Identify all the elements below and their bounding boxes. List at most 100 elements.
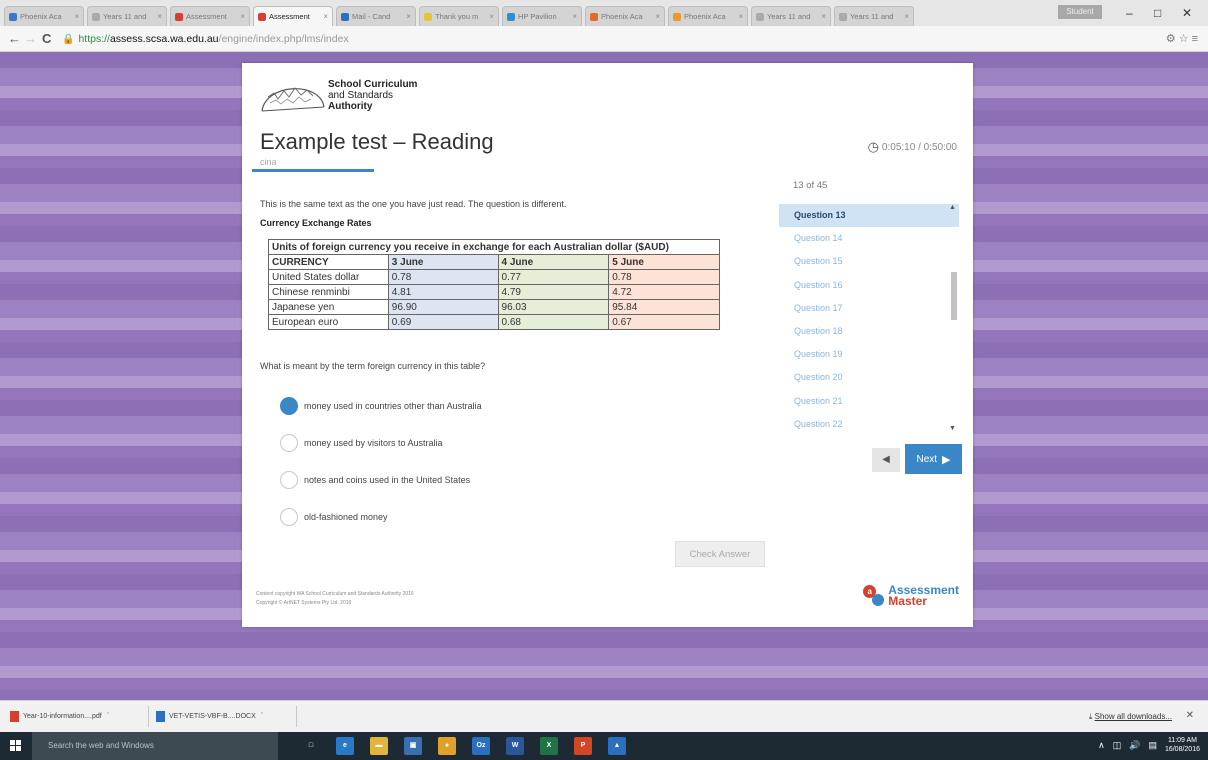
browser-tab[interactable]: Phoenix Aca × <box>668 6 748 26</box>
close-tab-icon[interactable]: × <box>74 12 79 21</box>
scroll-down-icon[interactable]: ▼ <box>949 425 956 432</box>
previous-button[interactable]: ◀ <box>872 448 900 472</box>
browser-tab[interactable]: Assessment × <box>253 6 333 26</box>
close-tab-icon[interactable]: × <box>240 12 245 21</box>
minimize-icon[interactable]: – <box>1126 6 1133 20</box>
answer-option-3[interactable]: notes and coins used in the United State… <box>280 471 470 489</box>
close-tab-icon[interactable]: × <box>904 12 909 21</box>
notification-icon[interactable]: ▤ <box>1148 740 1157 751</box>
question-list-item[interactable]: Question 21 <box>779 390 959 413</box>
bookmark-star-icon[interactable]: ☆ <box>1179 33 1189 45</box>
chevron-left-icon: ◀ <box>882 454 890 465</box>
extension-icon[interactable]: ⚙ <box>1166 33 1176 45</box>
menu-icon[interactable]: ≡ <box>1192 33 1198 45</box>
browser-tab[interactable]: HP Pavilion × <box>502 6 582 26</box>
table-cell: United States dollar <box>268 269 389 285</box>
question-list-item[interactable]: Question 16 <box>779 274 959 297</box>
browser-tab[interactable]: Phoenix Aca × <box>585 6 665 26</box>
radio-button[interactable] <box>280 397 298 415</box>
table-row: European euro 0.69 0.68 0.67 <box>268 314 720 330</box>
maximize-icon[interactable]: □ <box>1154 6 1161 20</box>
close-tab-icon[interactable]: × <box>655 12 660 21</box>
excel-icon[interactable]: X <box>540 737 558 755</box>
chevron-up-icon[interactable]: ˆ <box>261 713 263 720</box>
close-window-icon[interactable]: ✕ <box>1182 6 1192 20</box>
close-tab-icon[interactable]: × <box>406 12 411 21</box>
answer-option-4[interactable]: old-fashioned money <box>280 508 388 526</box>
download-item-2[interactable]: VET-VETIS-VBF-B....DOCX ˆ <box>156 708 263 725</box>
browser-tab[interactable]: Years 11 and × <box>87 6 167 26</box>
chrome-icon[interactable]: ● <box>438 737 456 755</box>
network-icon[interactable]: ◫ <box>1113 740 1122 751</box>
word-icon[interactable]: W <box>506 737 524 755</box>
volume-icon[interactable]: 🔊 <box>1129 740 1140 751</box>
close-tab-icon[interactable]: × <box>572 12 577 21</box>
close-icon[interactable]: ✕ <box>1186 710 1194 721</box>
check-answer-button[interactable]: Check Answer <box>675 541 765 567</box>
org-name-line1: School Curriculum <box>328 79 418 90</box>
organisation-name: School Curriculum and Standards Authorit… <box>328 79 417 112</box>
close-tab-icon[interactable]: × <box>323 12 328 21</box>
address-bar: ← → C 🔒 https://assess.scsa.wa.edu.au/en… <box>0 26 1208 52</box>
scroll-up-icon[interactable]: ▲ <box>949 204 956 211</box>
answer-option-2[interactable]: money used by visitors to Australia <box>280 434 443 452</box>
close-tab-icon[interactable]: × <box>821 12 826 21</box>
photos-icon[interactable]: ▲ <box>608 737 626 755</box>
close-tab-icon[interactable]: × <box>157 12 162 21</box>
page-subtitle: cina <box>260 157 277 167</box>
forward-icon[interactable]: → <box>24 31 37 46</box>
favicon-icon <box>590 12 598 21</box>
taskbar-clock[interactable]: 11:09 AM 16/08/2016 <box>1165 736 1200 754</box>
table-cell: Chinese renminbi <box>268 284 389 300</box>
docx-file-icon <box>156 711 165 722</box>
next-button[interactable]: Next ▶ <box>905 444 962 474</box>
question-list-scrollbar[interactable]: ▲ ▼ <box>948 204 959 432</box>
copyright-notice: Content copyright WA School Curriculum a… <box>256 590 414 608</box>
browser-profile-button[interactable]: Student <box>1058 5 1102 19</box>
browser-tab-title: Phoenix Aca <box>684 12 726 21</box>
question-list-item[interactable]: Question 22 <box>779 413 959 432</box>
powerpoint-icon[interactable]: P <box>574 737 592 755</box>
radio-button[interactable] <box>280 471 298 489</box>
browser-tab[interactable]: Years 11 and × <box>834 6 914 26</box>
back-icon[interactable]: ← <box>8 31 21 46</box>
close-tab-icon[interactable]: × <box>738 12 743 21</box>
file-explorer-icon[interactable]: ▬ <box>370 737 388 755</box>
browser-tab[interactable]: Assessment × <box>170 6 250 26</box>
edge-icon[interactable]: e <box>336 737 354 755</box>
chevron-up-icon[interactable]: ∧ <box>1098 740 1105 751</box>
test-card: School Curriculum and Standards Authorit… <box>242 63 973 627</box>
question-list-item[interactable]: Question 15 <box>779 250 959 273</box>
outlook-icon[interactable]: Oz <box>472 737 490 755</box>
scsa-logo <box>261 87 325 112</box>
divider <box>296 706 297 727</box>
chevron-up-icon[interactable]: ˆ <box>107 713 109 720</box>
task-view-icon[interactable]: □ <box>302 737 320 755</box>
clock-date: 16/08/2016 <box>1164 746 1200 753</box>
download-item-1[interactable]: Year-10-information....pdf ˆ <box>10 708 109 725</box>
browser-tab[interactable]: Mail - Cand × <box>336 6 416 26</box>
scrollbar-thumb[interactable] <box>951 272 957 320</box>
browser-tab[interactable]: Thank you m × <box>419 6 499 26</box>
store-icon[interactable]: ▣ <box>404 737 422 755</box>
favicon-icon <box>9 12 17 21</box>
answer-option-1[interactable]: money used in countries other than Austr… <box>280 397 482 415</box>
radio-button[interactable] <box>280 508 298 526</box>
taskbar-search-input[interactable]: Search the web and Windows <box>32 732 278 760</box>
browser-tab[interactable]: Years 11 and × <box>751 6 831 26</box>
close-tab-icon[interactable]: × <box>489 12 494 21</box>
question-list-item[interactable]: Question 19 <box>779 343 959 366</box>
question-list-item[interactable]: Question 13 <box>779 204 959 228</box>
question-list-item[interactable]: Question 18 <box>779 320 959 343</box>
question-list-item[interactable]: Question 20 <box>779 366 959 389</box>
question-list-item[interactable]: Question 14 <box>779 227 959 250</box>
reload-icon[interactable]: C <box>42 31 51 46</box>
question-list-item[interactable]: Question 17 <box>779 297 959 320</box>
browser-tab[interactable]: Phoenix Aca × <box>4 6 84 26</box>
windows-start-icon[interactable] <box>10 740 22 752</box>
url-input[interactable]: 🔒 https://assess.scsa.wa.edu.au/engine/i… <box>62 30 1112 48</box>
radio-button[interactable] <box>280 434 298 452</box>
show-all-downloads-link[interactable]: ⤓ Show all downloads... <box>1089 712 1172 722</box>
browser-tab-title: Assessment <box>269 12 310 21</box>
download-filename: VET-VETIS-VBF-B....DOCX <box>169 713 256 720</box>
